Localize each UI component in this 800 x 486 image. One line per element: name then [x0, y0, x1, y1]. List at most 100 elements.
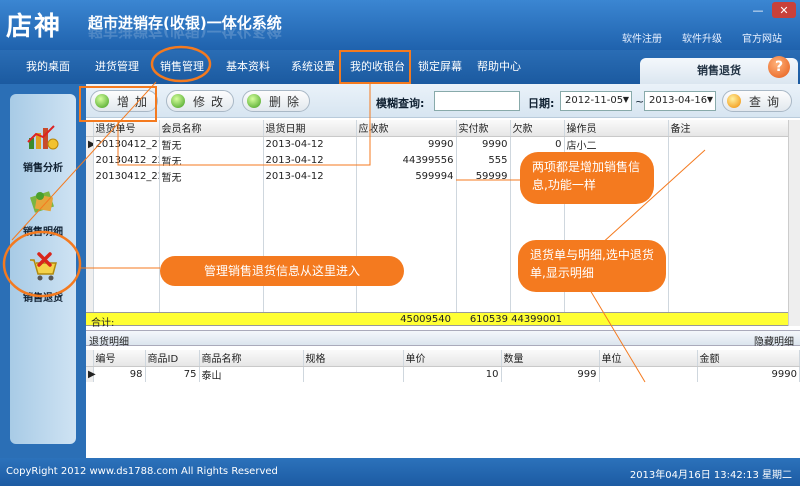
row-header-cell: [86, 120, 94, 137]
date-to-select[interactable]: 2013-04-16 ▼: [644, 91, 716, 111]
cell-member: 暂无: [159, 168, 264, 184]
col-header[interactable]: 编号: [93, 350, 146, 367]
col-header[interactable]: 会员名称: [159, 120, 264, 137]
col-header[interactable]: 退货日期: [263, 120, 357, 137]
menu-purchase[interactable]: 进货管理: [95, 58, 139, 74]
col-header[interactable]: 欠款: [510, 120, 565, 137]
close-icon[interactable]: ✕: [772, 2, 796, 18]
link-register[interactable]: 软件注册: [622, 30, 662, 45]
query-button[interactable]: 查询: [722, 90, 792, 112]
cell-order-no: 20130412_2211: [93, 152, 160, 168]
orange-dot-icon: [727, 94, 741, 108]
date-label: 日期:: [528, 97, 555, 110]
green-dot-icon: [171, 94, 185, 108]
note-add-buttons: 两项都是增加销售信息,功能一样: [520, 152, 654, 204]
empty-cell: [668, 184, 789, 320]
table-header-row: 编号 商品ID 商品名称 规格 单价 数量 单位 金额: [86, 350, 800, 367]
cell-receivable: 599994: [356, 168, 457, 184]
cell-paid: 9990: [456, 136, 511, 152]
vertical-scrollbar[interactable]: [788, 120, 800, 326]
menu-cashier[interactable]: 我的收银台: [350, 58, 405, 74]
table-row[interactable]: 20130412_2211 暂无 2013-04-12 44399556 555: [86, 152, 800, 168]
cell-note: [668, 152, 789, 168]
link-website[interactable]: 官方网站: [742, 30, 782, 45]
window-controls: — ✕: [746, 2, 796, 18]
sidebar-item-sales-detail[interactable]: 销售明细: [10, 186, 76, 238]
edit-button[interactable]: 修改: [166, 90, 234, 112]
col-header[interactable]: 退货单号: [93, 120, 160, 137]
help-icon[interactable]: ?: [768, 56, 790, 78]
cell-owed: 0: [510, 136, 565, 152]
app-logo: 店神: [6, 12, 63, 42]
minimize-icon[interactable]: —: [746, 2, 770, 18]
delete-button[interactable]: 删除: [242, 90, 310, 112]
chevron-down-icon: ▼: [706, 95, 713, 104]
row-pointer-icon: ▶: [86, 136, 94, 152]
cell-paid: 555: [456, 152, 511, 168]
col-header[interactable]: 金额: [697, 350, 800, 367]
col-header[interactable]: 单位: [599, 350, 698, 367]
cell-spec: [303, 366, 404, 382]
cell-id: 98: [93, 366, 146, 382]
green-dot-icon: [95, 94, 109, 108]
row-header-cell: [86, 152, 94, 168]
sidebar-item-sales-analysis[interactable]: 销售分析: [10, 122, 76, 174]
col-header[interactable]: 实付款: [456, 120, 511, 137]
sidebar-item-sales-return[interactable]: 销售退货: [10, 252, 76, 304]
date-from-select[interactable]: 2012-11-05 ▼: [560, 91, 632, 111]
totals-label: 合计:: [91, 318, 115, 329]
link-upgrade[interactable]: 软件升级: [682, 30, 722, 45]
col-header[interactable]: 单价: [403, 350, 502, 367]
col-header[interactable]: 数量: [501, 350, 600, 367]
empty-cell: [456, 184, 511, 320]
col-header[interactable]: 商品ID: [145, 350, 200, 367]
table-empty-row: [86, 184, 800, 320]
detail-section-title: 退货明细: [89, 337, 129, 348]
menu-basic-data[interactable]: 基本资料: [226, 58, 270, 74]
fuzzy-search-label: 模糊查询:: [376, 97, 425, 110]
menu-sales[interactable]: 销售管理: [160, 58, 204, 74]
col-header[interactable]: 操作员: [564, 120, 669, 137]
col-header[interactable]: 商品名称: [199, 350, 304, 367]
menu-desktop[interactable]: 我的桌面: [26, 58, 70, 74]
cell-date: 2013-04-12: [263, 168, 357, 184]
cell-note: [668, 136, 789, 152]
empty-cell: [93, 184, 160, 320]
cell-operator: 店小二: [564, 136, 669, 152]
col-header[interactable]: 应收款: [356, 120, 457, 137]
totals-row: 合计: 45009540 610539 44399001: [86, 312, 788, 329]
sidebar-item-label: 销售明细: [23, 227, 63, 238]
menu-settings[interactable]: 系统设置: [291, 58, 335, 74]
row-pointer-icon: ▶: [86, 366, 96, 382]
return-orders-table: 退货单号 会员名称 退货日期 应收款 实付款 欠款 操作员 备注 ▶ 20130…: [86, 120, 800, 320]
cell-member: 暂无: [159, 152, 264, 168]
app-title-reflection: 超市进销存(收银)一体化系统: [88, 28, 282, 40]
chevron-down-icon: ▼: [622, 95, 629, 104]
sidebar-panel: 销售分析 销售明细 销售退货: [10, 94, 76, 444]
cell-date: 2013-04-12: [263, 152, 357, 168]
col-header[interactable]: 规格: [303, 350, 404, 367]
row-header-cell: [86, 350, 94, 367]
menu-lock-screen[interactable]: 锁定屏幕: [418, 58, 462, 74]
date-to-value: 2013-04-16: [649, 95, 708, 106]
hide-detail-button[interactable]: 隐藏明细: [754, 333, 794, 348]
table-row[interactable]: ▶ 98 75 泰山 10 999 9990: [86, 366, 800, 382]
table-row[interactable]: 20130412_2215 暂无 2013-04-12 599994 59999: [86, 168, 800, 184]
cell-unit: [599, 366, 698, 382]
cell-product-id: 75: [145, 366, 200, 382]
empty-cell: [159, 184, 264, 320]
date-from-value: 2012-11-05: [565, 95, 624, 106]
title-bar: 店神 超市进销存(收银)一体化系统 超市进销存(收银)一体化系统 — ✕ 软件注…: [0, 0, 800, 50]
col-header[interactable]: 备注: [668, 120, 789, 137]
cell-receivable: 44399556: [356, 152, 457, 168]
detail-icon: [30, 191, 54, 213]
return-cart-icon: [30, 252, 57, 281]
menu-help[interactable]: 帮助中心: [477, 58, 521, 74]
cell-price: 10: [403, 366, 502, 382]
tab-sales-return-label: 销售退货: [697, 64, 741, 77]
table-row[interactable]: ▶ 20130412_2140 暂无 2013-04-12 9990 9990 …: [86, 136, 800, 152]
fuzzy-search-input[interactable]: [434, 91, 520, 111]
add-button[interactable]: 增加: [90, 90, 158, 112]
cell-note: [668, 168, 789, 184]
table-header-row: 退货单号 会员名称 退货日期 应收款 实付款 欠款 操作员 备注: [86, 120, 800, 137]
